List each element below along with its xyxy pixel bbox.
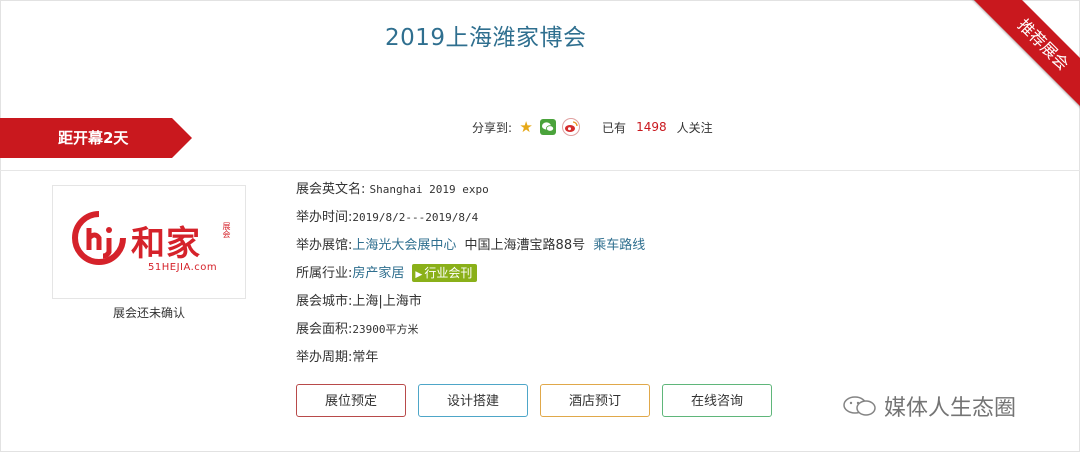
online-consult-button[interactable]: 在线咨询 xyxy=(662,384,772,417)
city-row: 展会城市:上海|上海市 xyxy=(296,292,422,312)
date-label: 举办时间: xyxy=(296,210,353,225)
industry-catalog-button[interactable]: ▶ 行业会刊 xyxy=(412,264,478,282)
city-label: 展会城市: xyxy=(296,294,353,309)
venue-address: 中国上海漕宝路88号 xyxy=(464,238,586,253)
weibo-icon[interactable] xyxy=(562,118,581,136)
hotel-booking-button[interactable]: 酒店预订 xyxy=(540,384,650,417)
exhibitor-logo: 和家 展会 51HEJIA.com xyxy=(52,185,246,299)
area-value: 23900平方米 xyxy=(352,323,419,336)
section-divider xyxy=(0,170,1080,171)
area-row: 展会面积:23900平方米 xyxy=(296,320,419,340)
play-arrow-icon: ▶ xyxy=(415,270,423,280)
english-name-row: 展会英文名: Shanghai 2019 expo xyxy=(296,180,489,200)
industry-link[interactable]: 房产家居 xyxy=(352,266,404,281)
area-label: 展会面积: xyxy=(296,322,353,337)
share-bar: 分享到: ★ 已有 1498 人关注 xyxy=(472,118,713,136)
page-title: 2019上海潍家博会 xyxy=(385,25,587,51)
cycle-label: 举办周期: xyxy=(296,350,353,365)
cycle-row: 举办周期:常年 xyxy=(296,348,378,368)
industry-row: 所属行业:房产家居 ▶ 行业会刊 xyxy=(296,264,478,284)
english-name-value: Shanghai 2019 expo xyxy=(369,183,489,196)
watermark: 媒体人生态圈 xyxy=(842,390,1016,422)
design-build-button[interactable]: 设计搭建 xyxy=(418,384,528,417)
city-value: 上海|上海市 xyxy=(352,294,422,309)
booth-reservation-button[interactable]: 展位预定 xyxy=(296,384,406,417)
share-label: 分享到: xyxy=(472,120,513,135)
cycle-value: 常年 xyxy=(352,350,379,365)
industry-label: 所属行业: xyxy=(296,266,353,281)
venue-route-link[interactable]: 乘车路线 xyxy=(593,238,645,253)
logo-url-text: 51HEJIA.com xyxy=(148,262,218,273)
date-value: 2019/8/2---2019/8/4 xyxy=(352,211,479,224)
logo-brand-text: 和家 xyxy=(131,224,201,264)
followers-count: 1498 xyxy=(636,120,667,134)
followers-prefix: 已有 xyxy=(602,120,627,135)
logo-small-text: 展会 xyxy=(222,222,231,238)
wechat-watermark-icon xyxy=(842,395,878,417)
recommend-ribbon[interactable]: 推荐展会 xyxy=(968,0,1080,112)
venue-row: 举办展馆:上海光大会展中心 中国上海漕宝路88号 乘车路线 xyxy=(296,236,645,256)
followers-suffix: 人关注 xyxy=(676,120,713,135)
wechat-icon[interactable] xyxy=(540,119,557,135)
logo-caption: 展会还未确认 xyxy=(112,306,185,320)
english-name-label: 展会英文名: xyxy=(296,182,366,197)
hejia-logo-mark-icon xyxy=(72,211,126,265)
ribbon-label: 推荐展会 xyxy=(970,0,1080,112)
watermark-text: 媒体人生态圈 xyxy=(884,396,1017,421)
star-icon[interactable]: ★ xyxy=(518,119,534,135)
date-row: 举办时间:2019/8/2---2019/8/4 xyxy=(296,208,478,228)
venue-label: 举办展馆: xyxy=(296,238,353,253)
venue-name-link[interactable]: 上海光大会展中心 xyxy=(352,238,456,253)
industry-catalog-label: 行业会刊 xyxy=(424,266,473,280)
countdown-banner: 距开幕2天 xyxy=(0,118,192,158)
